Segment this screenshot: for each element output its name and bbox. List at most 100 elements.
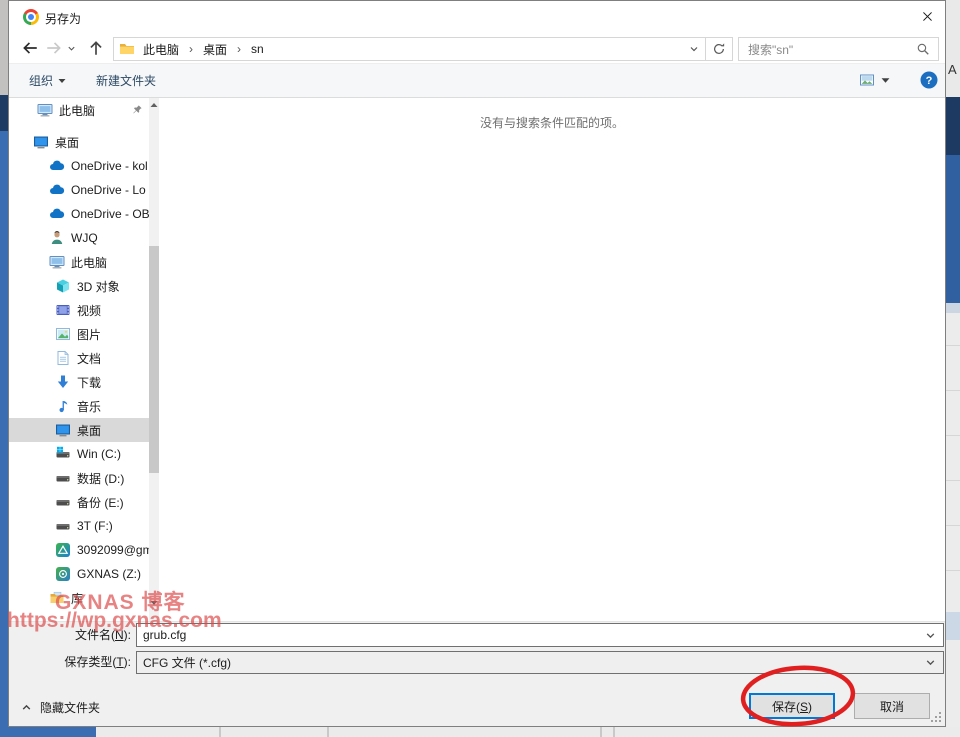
- tree-item-music[interactable]: 音乐: [9, 394, 149, 418]
- search-box[interactable]: 搜索"sn": [738, 37, 939, 61]
- scrollbar-thumb[interactable]: [149, 246, 159, 473]
- user-icon: [49, 230, 65, 246]
- empty-results-message: 没有与搜索条件匹配的项。: [159, 114, 945, 131]
- background-letter: A: [948, 62, 957, 77]
- save-button[interactable]: 保存(S): [749, 693, 835, 719]
- savetype-select[interactable]: CFG 文件 (*.cfg): [136, 651, 944, 674]
- breadcrumb-this-pc[interactable]: 此电脑: [141, 41, 181, 58]
- tree-item-google-drive[interactable]: 3092099@gm: [9, 538, 149, 562]
- recent-locations-chevron[interactable]: [67, 44, 76, 53]
- background-navy-strip: [0, 95, 8, 131]
- tree-item-pictures[interactable]: 图片: [9, 322, 149, 346]
- documents-icon: [55, 350, 71, 366]
- tree-item-drive-z[interactable]: GXNAS (Z:): [9, 562, 149, 586]
- drive-icon: [55, 518, 71, 534]
- tree-item-libraries[interactable]: 库: [9, 586, 149, 610]
- this-pc-icon: [49, 254, 65, 270]
- tree-item-user-wjq[interactable]: WJQ: [9, 226, 149, 250]
- filename-dropdown-chevron[interactable]: [925, 630, 936, 641]
- music-icon: [55, 398, 71, 414]
- tree-item-drive-f[interactable]: 3T (F:): [9, 514, 149, 538]
- pin-icon: [131, 104, 143, 116]
- help-button[interactable]: ?: [920, 71, 938, 89]
- scroll-up-icon[interactable]: [150, 101, 158, 109]
- hide-folders-button[interactable]: 隐藏文件夹: [21, 698, 100, 716]
- tree-scrollbar[interactable]: [149, 98, 159, 621]
- cancel-button[interactable]: 取消: [854, 693, 930, 719]
- back-button[interactable]: [21, 39, 39, 57]
- savetype-label: 保存类型(T):: [9, 651, 131, 674]
- tree-item-onedrive-1[interactable]: OneDrive - kol: [9, 154, 149, 178]
- breadcrumb-separator: ›: [181, 42, 201, 56]
- onedrive-icon: [49, 182, 65, 198]
- breadcrumb-sn[interactable]: sn: [249, 42, 266, 56]
- scroll-down-icon[interactable]: [150, 599, 158, 607]
- organize-button[interactable]: 组织: [29, 64, 66, 97]
- background-bottom-window: [96, 727, 960, 737]
- titlebar: 另存为: [9, 1, 945, 33]
- forward-button[interactable]: [45, 39, 63, 57]
- tree-item-drive-c[interactable]: Win (C:): [9, 442, 149, 466]
- close-icon: [921, 10, 934, 23]
- this-pc-icon: [37, 102, 53, 118]
- refresh-button[interactable]: [705, 37, 733, 61]
- search-text: 搜索"sn": [739, 41, 793, 58]
- tree-item-onedrive-3[interactable]: OneDrive - OB.: [9, 202, 149, 226]
- tree-item-documents[interactable]: 文档: [9, 346, 149, 370]
- google-drive-icon: [55, 542, 71, 558]
- background-right-band: [946, 612, 960, 640]
- network-drive-icon: [55, 566, 71, 582]
- folder-icon: [119, 41, 135, 57]
- background-right-band: [946, 303, 960, 313]
- tree-item-3d-objects[interactable]: 3D 对象: [9, 274, 149, 298]
- filename-label: 文件名(N):: [9, 623, 131, 647]
- tree-item-videos[interactable]: 视频: [9, 298, 149, 322]
- filename-input[interactable]: grub.cfg: [136, 623, 944, 647]
- up-button[interactable]: [87, 39, 105, 57]
- breadcrumb-separator: ›: [229, 42, 249, 56]
- background-right-panel: [946, 303, 960, 737]
- address-dropdown-chevron[interactable]: [689, 44, 699, 54]
- drive-icon: [55, 470, 71, 486]
- 3d-objects-icon: [55, 278, 71, 294]
- tree-item-desktop-selected[interactable]: 桌面: [9, 418, 149, 442]
- tree-item-this-pc[interactable]: 此电脑: [9, 250, 149, 274]
- downloads-icon: [55, 374, 71, 390]
- savetype-dropdown-chevron[interactable]: [925, 657, 936, 668]
- tree-item-this-pc-pinned[interactable]: 此电脑: [9, 98, 149, 122]
- filename-value: grub.cfg: [137, 628, 186, 642]
- chrome-icon: [23, 9, 39, 25]
- pictures-icon: [55, 326, 71, 342]
- folder-tree: 此电脑 桌面 OneDrive - kol OneDrive - Lo OneD…: [9, 98, 149, 621]
- desktop-icon: [33, 134, 49, 150]
- new-folder-button[interactable]: 新建文件夹: [96, 64, 156, 97]
- breadcrumb-desktop[interactable]: 桌面: [201, 41, 229, 58]
- resize-grip[interactable]: [929, 710, 943, 724]
- windows-drive-icon: [55, 446, 71, 462]
- chevron-up-icon: [21, 702, 32, 713]
- tree-item-desktop-root[interactable]: 桌面: [9, 130, 149, 154]
- view-mode-button[interactable]: [859, 72, 875, 88]
- svg-text:?: ?: [926, 75, 933, 87]
- dropdown-triangle-icon: [58, 77, 66, 85]
- tree-item-drive-e[interactable]: 备份 (E:): [9, 490, 149, 514]
- tree-item-downloads[interactable]: 下载: [9, 370, 149, 394]
- desktop-icon: [55, 422, 71, 438]
- screen: A 另存为 此电脑 › 桌面 › sn: [0, 0, 960, 737]
- tree-item-onedrive-2[interactable]: OneDrive - Lo: [9, 178, 149, 202]
- refresh-icon: [712, 42, 726, 56]
- drive-icon: [55, 494, 71, 510]
- savetype-value: CFG 文件 (*.cfg): [137, 654, 231, 671]
- onedrive-icon: [49, 158, 65, 174]
- close-button[interactable]: [909, 1, 945, 31]
- window-title: 另存为: [45, 10, 81, 27]
- tree-item-drive-d[interactable]: 数据 (D:): [9, 466, 149, 490]
- libraries-icon: [49, 590, 65, 606]
- address-bar[interactable]: 此电脑 › 桌面 › sn: [113, 37, 706, 61]
- background-window-edge: [0, 0, 8, 95]
- background-right-navy: [946, 97, 960, 155]
- background-right-blue: [946, 155, 960, 303]
- save-as-dialog: 另存为 此电脑 › 桌面 › sn 搜索"sn" 组织: [8, 0, 946, 727]
- background-right-toolbar: [946, 0, 960, 97]
- view-mode-dropdown-icon[interactable]: [881, 76, 890, 85]
